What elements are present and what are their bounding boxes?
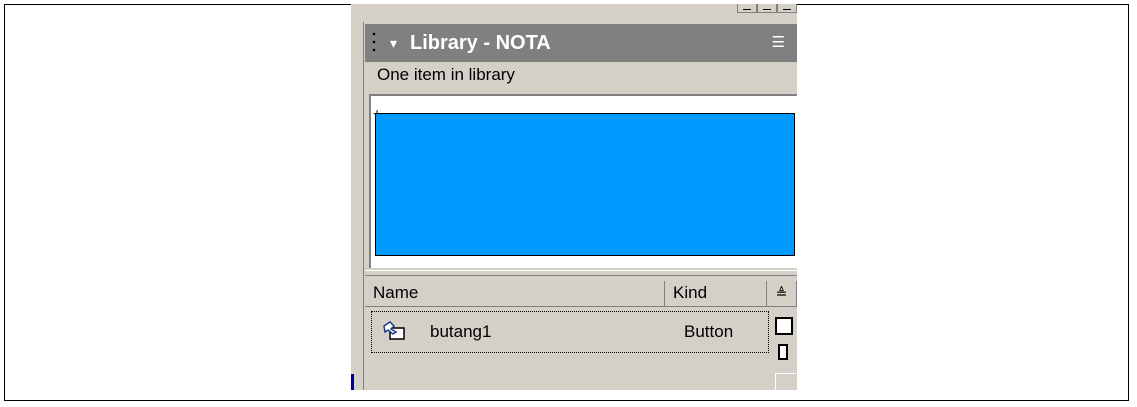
close-button[interactable] [777,4,797,13]
scroll-button[interactable] [775,373,796,390]
preview-shape [375,113,795,256]
panel-title: Library - NOTA [410,32,551,54]
narrow-view-button[interactable] [778,344,788,360]
panel-titlebar[interactable]: ▾ Library - NOTA ☰ [365,24,797,62]
wide-view-button[interactable] [775,317,793,335]
panel-topbar [363,4,797,22]
button-symbol-icon [383,321,405,340]
drag-grip-icon[interactable] [371,30,377,54]
collapse-arrow-icon[interactable]: ▾ [390,34,397,52]
minimize-button[interactable] [737,4,757,13]
table-row[interactable]: butang1 Button [371,311,769,353]
column-header-name[interactable]: Name [365,281,665,307]
library-item-count: One item in library [377,65,515,84]
sort-order-button[interactable]: ≜ [767,281,797,307]
window-buttons [737,4,797,13]
stage-edge-marker [351,374,354,390]
preview-splitter[interactable] [365,270,797,276]
library-panel: ▾ Library - NOTA ☰ One item in library +… [351,4,797,390]
restore-button[interactable] [757,4,777,13]
library-side-buttons [769,311,797,390]
column-header-kind[interactable]: Kind [665,281,767,307]
symbol-preview: + [369,94,797,268]
library-table-header: Name Kind ≜ [365,281,797,307]
options-menu-icon[interactable]: ☰ [772,34,785,52]
stage-edge [351,4,364,390]
row-name: butang1 [430,322,492,341]
row-kind: Button [684,322,734,341]
